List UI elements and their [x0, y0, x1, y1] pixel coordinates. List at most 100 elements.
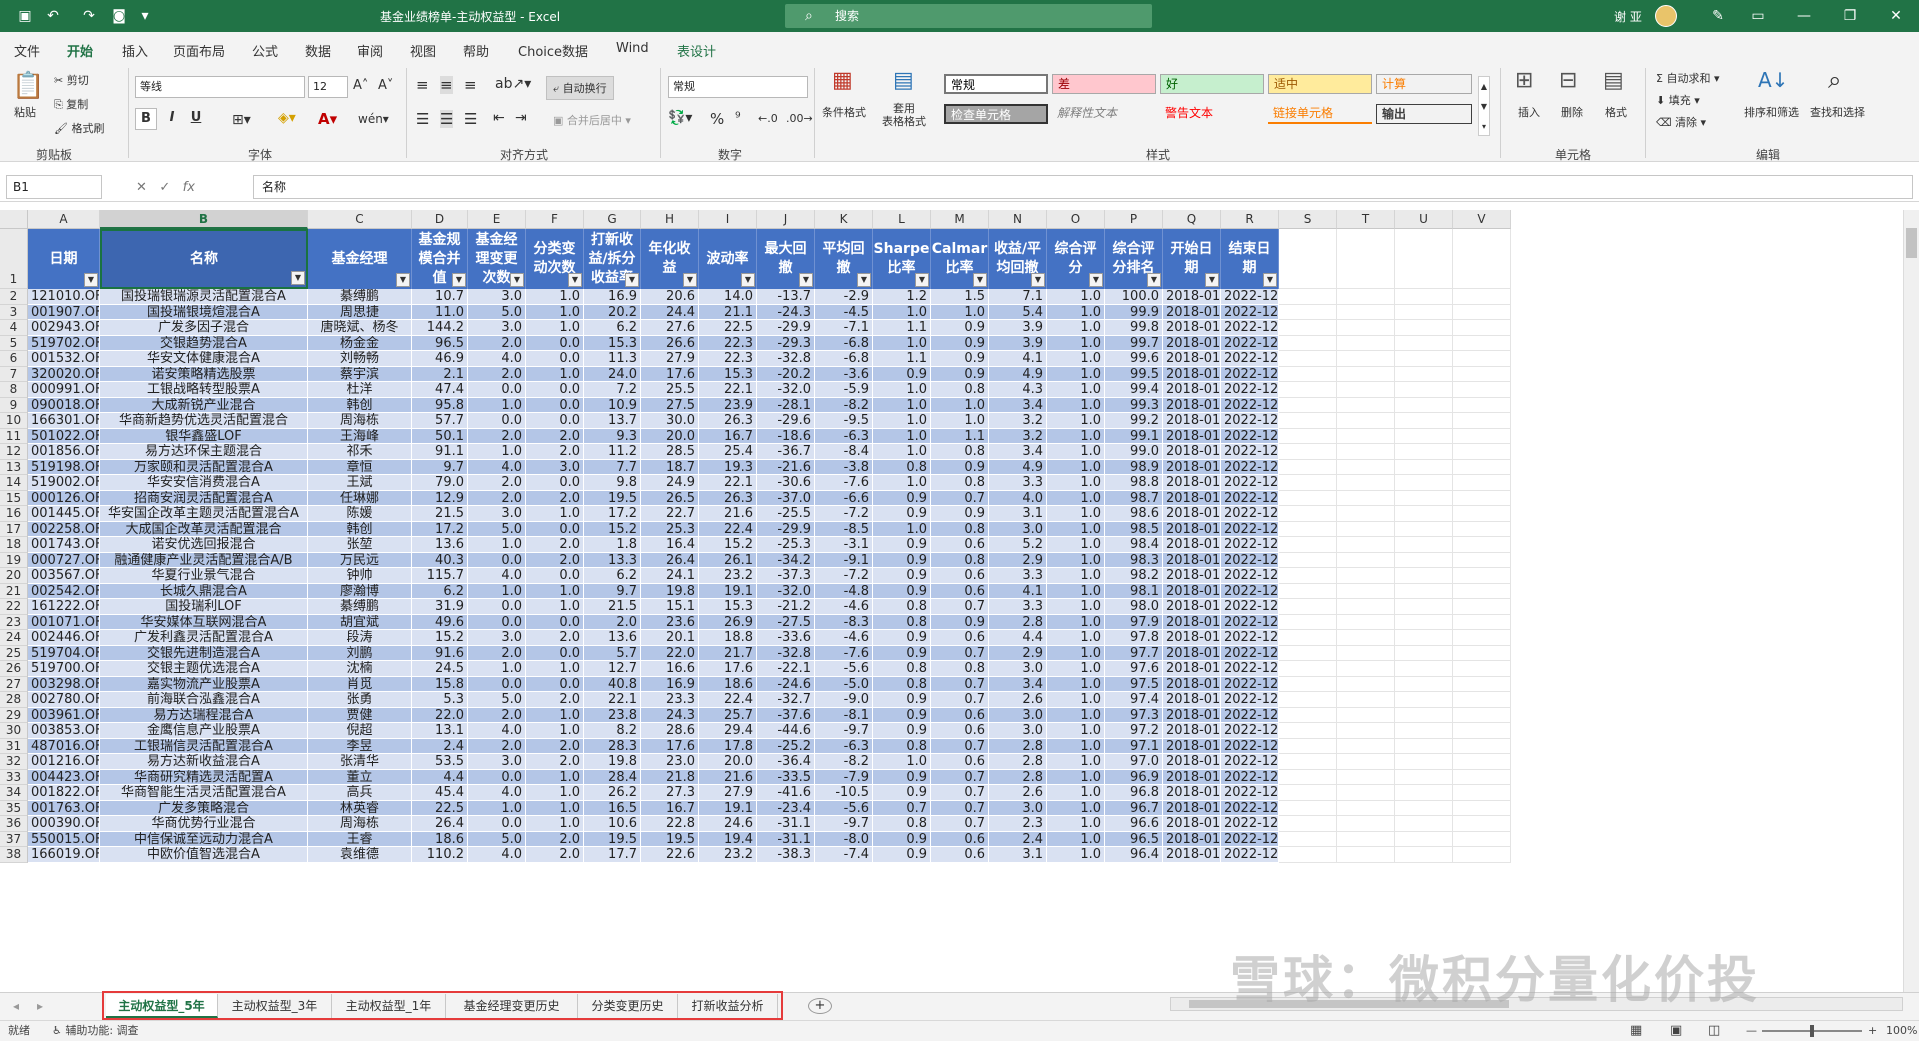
table-cell[interactable]: 1.0 — [1047, 630, 1105, 646]
row-header[interactable]: 14 — [0, 475, 28, 491]
table-cell[interactable]: 华商新趋势优选灵活配置混合 — [100, 413, 308, 429]
table-cell[interactable]: 26.5 — [641, 490, 699, 506]
table-cell[interactable]: 2.0 — [526, 428, 584, 444]
table-cell[interactable]: 0.7 — [931, 800, 989, 816]
table-cell[interactable]: 1.0 — [468, 537, 526, 553]
table-cell[interactable]: 31.9 — [412, 599, 468, 615]
table-cell[interactable]: 广发多策略混合 — [100, 800, 308, 816]
empty-cell[interactable] — [1337, 320, 1395, 336]
table-cell[interactable]: 46.9 — [412, 351, 468, 367]
table-cell[interactable]: 2.0 — [468, 428, 526, 444]
table-format-button[interactable]: 套用 表格格式 — [876, 102, 932, 128]
table-cell[interactable]: 1.0 — [873, 428, 931, 444]
empty-cell[interactable] — [1395, 707, 1453, 723]
table-cell[interactable]: 550015.OF — [28, 831, 100, 847]
table-cell[interactable]: 林英睿 — [308, 800, 412, 816]
table-cell[interactable]: 2022-12-31 — [1221, 382, 1279, 398]
table-cell[interactable]: 长城久鼎混合A — [100, 583, 308, 599]
empty-cell[interactable] — [1337, 506, 1395, 522]
name-box[interactable]: B1 — [6, 175, 102, 199]
find-select-button[interactable]: 查找和选择 — [1810, 104, 1865, 120]
table-cell[interactable]: -41.6 — [757, 785, 815, 801]
table-cell[interactable]: 16.4 — [641, 537, 699, 553]
table-cell[interactable]: 1.2 — [873, 289, 931, 305]
table-cell[interactable]: 0.0 — [526, 645, 584, 661]
table-cell[interactable]: -30.6 — [757, 475, 815, 491]
empty-cell[interactable] — [1337, 661, 1395, 677]
table-cell[interactable]: -32.0 — [757, 583, 815, 599]
table-cell[interactable]: 15.1 — [641, 599, 699, 615]
empty-cell[interactable] — [1395, 304, 1453, 320]
table-cell[interactable]: 2022-12-31 — [1221, 552, 1279, 568]
table-cell[interactable]: 4.0 — [468, 351, 526, 367]
row-header[interactable]: 37 — [0, 831, 28, 847]
table-cell[interactable]: 1.0 — [526, 661, 584, 677]
table-cell[interactable]: -7.2 — [815, 568, 873, 584]
fill-color-icon[interactable]: ◈▾ — [278, 110, 296, 126]
table-cell[interactable]: 1.0 — [1047, 769, 1105, 785]
table-cell[interactable]: 0.0 — [468, 769, 526, 785]
table-cell[interactable]: 金鹰信息产业股票A — [100, 723, 308, 739]
format-cells-button[interactable]: 格式 — [1605, 104, 1627, 120]
table-cell[interactable]: 0.7 — [873, 800, 931, 816]
table-cell[interactable]: 2022-12-31 — [1221, 568, 1279, 584]
empty-cell[interactable] — [1279, 785, 1337, 801]
table-header-cell[interactable]: 收益/平均回撤 ▼ — [989, 229, 1047, 289]
table-cell[interactable]: 40.8 — [584, 676, 641, 692]
table-cell[interactable]: -33.5 — [757, 769, 815, 785]
style-warning[interactable]: 警告文本 — [1160, 104, 1264, 124]
table-cell[interactable]: 2022-12-31 — [1221, 800, 1279, 816]
table-cell[interactable]: 华安安信消费混合A — [100, 475, 308, 491]
table-cell[interactable]: 韩创 — [308, 521, 412, 537]
empty-cell[interactable] — [1337, 335, 1395, 351]
comma-style-icon[interactable]: ⁹ — [735, 110, 741, 126]
empty-cell[interactable] — [1279, 769, 1337, 785]
column-header-r[interactable]: R — [1221, 210, 1279, 229]
table-cell[interactable]: 1.0 — [526, 289, 584, 305]
row-header[interactable]: 19 — [0, 552, 28, 568]
table-cell[interactable]: 杜洋 — [308, 382, 412, 398]
align-right-icon[interactable]: ☰ — [464, 110, 477, 128]
table-cell[interactable]: 98.3 — [1105, 552, 1163, 568]
table-cell[interactable]: 4.0 — [989, 490, 1047, 506]
column-header-l[interactable]: L — [873, 210, 931, 229]
table-cell[interactable]: 28.6 — [641, 723, 699, 739]
empty-cell[interactable] — [1395, 785, 1453, 801]
empty-cell[interactable] — [1279, 614, 1337, 630]
table-cell[interactable]: 5.2 — [989, 537, 1047, 553]
table-cell[interactable]: 2.0 — [526, 490, 584, 506]
table-cell[interactable]: 99.1 — [1105, 428, 1163, 444]
empty-cell[interactable] — [1279, 413, 1337, 429]
empty-cell[interactable] — [1337, 475, 1395, 491]
table-cell[interactable]: 1.0 — [1047, 475, 1105, 491]
table-cell[interactable]: 519702.OF — [28, 335, 100, 351]
table-cell[interactable]: 1.0 — [526, 800, 584, 816]
empty-cell[interactable] — [1453, 723, 1511, 739]
table-cell[interactable]: 2018-01-01 — [1163, 800, 1221, 816]
table-cell[interactable]: 0.8 — [873, 599, 931, 615]
table-cell[interactable]: -13.7 — [757, 289, 815, 305]
table-cell[interactable]: 1.0 — [873, 382, 931, 398]
table-cell[interactable]: -7.6 — [815, 645, 873, 661]
table-cell[interactable]: 1.0 — [1047, 382, 1105, 398]
table-cell[interactable]: -5.6 — [815, 800, 873, 816]
table-cell[interactable]: 诺安优选回报混合 — [100, 537, 308, 553]
table-cell[interactable]: 17.6 — [641, 738, 699, 754]
table-cell[interactable]: 0.0 — [468, 676, 526, 692]
table-cell[interactable]: 2018-01-01 — [1163, 397, 1221, 413]
row-header[interactable]: 32 — [0, 754, 28, 770]
empty-cell[interactable] — [1279, 444, 1337, 460]
empty-cell[interactable] — [1453, 630, 1511, 646]
table-cell[interactable]: 肖觅 — [308, 676, 412, 692]
table-cell[interactable]: -36.7 — [757, 444, 815, 460]
table-cell[interactable]: 23.2 — [699, 847, 757, 863]
empty-cell[interactable] — [1453, 506, 1511, 522]
table-cell[interactable]: -9.1 — [815, 552, 873, 568]
next-sheet-icon[interactable]: ▸ — [30, 994, 50, 1018]
table-cell[interactable]: 招商安润灵活配置混合A — [100, 490, 308, 506]
table-cell[interactable]: 97.1 — [1105, 738, 1163, 754]
row-header[interactable]: 35 — [0, 800, 28, 816]
maximize-button[interactable]: ❐ — [1827, 0, 1873, 32]
table-cell[interactable]: 2.6 — [989, 785, 1047, 801]
table-cell[interactable]: 2.6 — [989, 692, 1047, 708]
